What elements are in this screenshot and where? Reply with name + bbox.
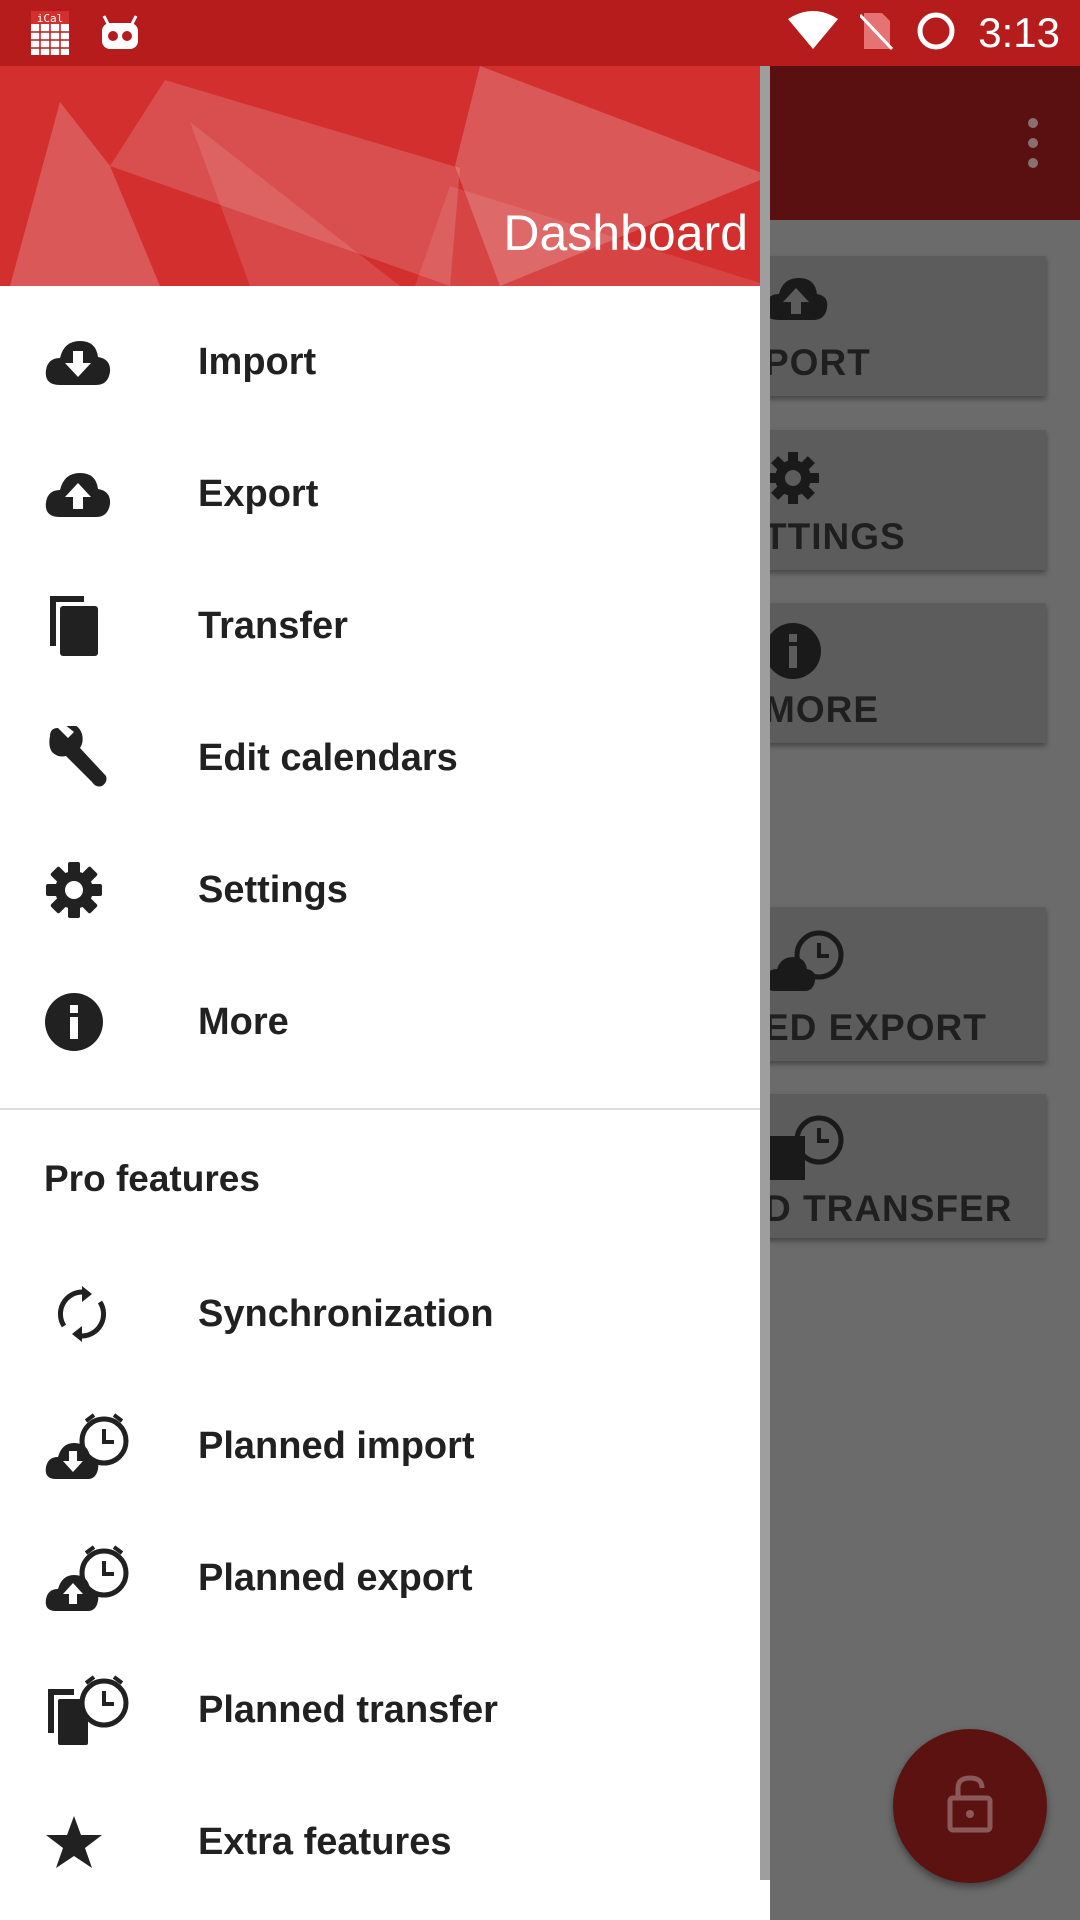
android-robot-icon — [100, 15, 140, 56]
copy-icon — [44, 586, 134, 666]
copy-alarm-icon — [44, 1670, 134, 1750]
lock-open-icon — [946, 1774, 994, 1839]
copy-alarm-icon — [763, 1112, 847, 1187]
menu-item-edit-calendars[interactable]: Edit calendars — [0, 692, 770, 824]
menu-item-synchronization[interactable]: Synchronization — [0, 1248, 770, 1380]
no-sim-icon — [859, 11, 894, 56]
sync-icon — [44, 1274, 134, 1354]
menu-item-transfer[interactable]: Transfer — [0, 560, 770, 692]
svg-text:iCal: iCal — [37, 12, 64, 25]
menu-item-export[interactable]: Export — [0, 428, 770, 560]
ical-app-icon: iCal — [30, 10, 70, 61]
wifi-icon — [788, 10, 839, 56]
menu-item-settings[interactable]: Settings — [0, 824, 770, 956]
unlock-fab[interactable] — [893, 1729, 1047, 1883]
clock: 3:13 — [978, 9, 1060, 56]
cloud-upload-icon — [44, 454, 134, 534]
cloud-upload-alarm-icon — [763, 925, 847, 1000]
menu-item-planned-transfer[interactable]: Planned transfer — [0, 1644, 770, 1776]
cloud-upload-icon — [763, 274, 829, 329]
info-icon — [763, 621, 823, 686]
drawer-edge-shadow — [760, 66, 770, 1880]
wrench-icon — [44, 718, 134, 798]
section-header-pro-features: Pro features — [44, 1158, 260, 1199]
navigation-drawer: Dashboard Import Export Transfer Edit ca… — [0, 66, 770, 1920]
drawer-header: Dashboard — [0, 66, 770, 286]
gear-icon — [763, 448, 823, 513]
menu-item-more[interactable]: More — [0, 956, 770, 1088]
pro-menu: Synchronization Planned import Planned e… — [0, 1248, 770, 1908]
gear-icon — [44, 850, 134, 930]
cloud-download-icon — [44, 322, 134, 402]
cloud-download-alarm-icon — [44, 1406, 134, 1486]
menu-item-planned-import[interactable]: Planned import — [0, 1380, 770, 1512]
status-bar: iCal 3:13 — [0, 0, 1080, 66]
overflow-menu-icon[interactable] — [1026, 118, 1040, 168]
drawer-title: Dashboard — [503, 205, 748, 261]
menu-item-extra-features[interactable]: Extra features — [0, 1776, 770, 1908]
cloud-upload-alarm-icon — [44, 1538, 134, 1618]
star-icon — [44, 1802, 134, 1882]
info-icon — [44, 982, 134, 1062]
primary-menu: Import Export Transfer Edit calendars Se… — [0, 296, 770, 1088]
menu-item-planned-export[interactable]: Planned export — [0, 1512, 770, 1644]
menu-item-import[interactable]: Import — [0, 296, 770, 428]
battery-ring-icon — [916, 11, 956, 56]
